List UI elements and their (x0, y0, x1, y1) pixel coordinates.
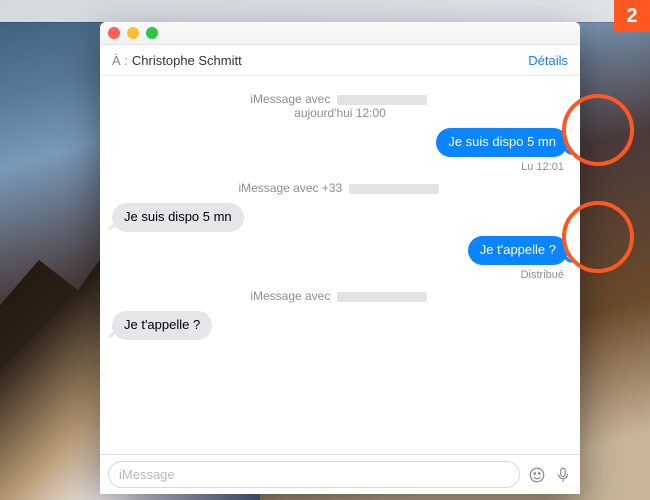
thread-separator: iMessage avec +33 (112, 181, 568, 195)
close-icon[interactable] (108, 27, 120, 39)
input-bar: iMessage (100, 454, 580, 494)
emoji-icon[interactable] (528, 466, 546, 484)
delivery-status: Lu 12:01 (112, 161, 564, 173)
desktop-wallpaper: 2 À : Christophe Schmitt Détails iMessag… (0, 0, 650, 500)
thread-separator: iMessage avec aujourd'hui 12:00 (112, 92, 568, 120)
message-row: Je t'appelle ? (112, 311, 568, 340)
received-bubble[interactable]: Je suis dispo 5 mn (112, 203, 244, 232)
delivery-status: Distribué (112, 269, 564, 281)
conversation-header: À : Christophe Schmitt Détails (100, 45, 580, 76)
message-row: Je suis dispo 5 mn (112, 128, 568, 157)
received-bubble[interactable]: Je t'appelle ? (112, 311, 212, 340)
thread-separator: iMessage avec (112, 289, 568, 303)
recipient-name[interactable]: Christophe Schmitt (132, 53, 242, 68)
to-label: À : (112, 53, 128, 68)
annotation-badge: 2 (614, 0, 650, 32)
details-button[interactable]: Détails (528, 53, 568, 68)
sent-bubble[interactable]: Je suis dispo 5 mn (436, 128, 568, 157)
message-row: Je t'appelle ? (112, 236, 568, 265)
conversation-pane: iMessage avec aujourd'hui 12:00 Je suis d… (100, 76, 580, 454)
maximize-icon[interactable] (146, 27, 158, 39)
window-titlebar[interactable] (100, 22, 580, 45)
microphone-icon[interactable] (554, 466, 572, 484)
sent-bubble[interactable]: Je t'appelle ? (468, 236, 568, 265)
message-input[interactable]: iMessage (108, 461, 520, 488)
messages-window: À : Christophe Schmitt Détails iMessage … (100, 22, 580, 494)
minimize-icon[interactable] (127, 27, 139, 39)
message-row: Je suis dispo 5 mn (112, 203, 568, 232)
